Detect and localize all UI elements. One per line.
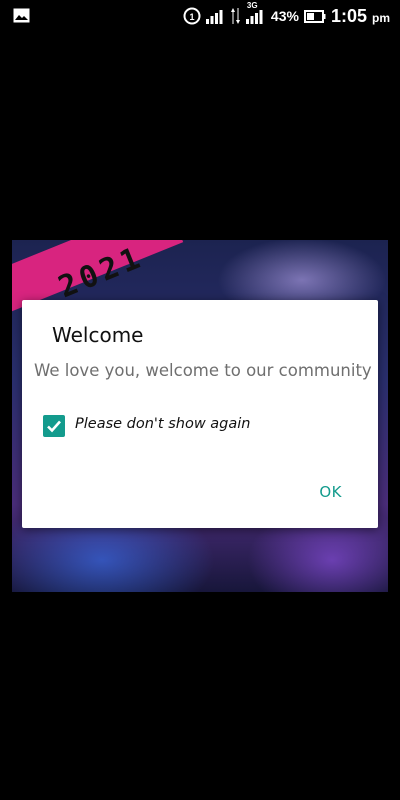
svg-text:1: 1 xyxy=(189,12,194,22)
clock-time: 1:05 xyxy=(330,5,367,26)
clock: 1:05 pm xyxy=(331,6,390,27)
status-bar: 1 3G 43% 1:05 pm xyxy=(0,0,400,32)
signal-icon xyxy=(245,10,263,24)
dont-show-again-label[interactable]: Please don't show again xyxy=(75,416,251,432)
network-arrows-icon xyxy=(230,8,240,24)
image-icon xyxy=(13,8,30,23)
data-saver-icon: 1 xyxy=(183,7,201,25)
dont-show-again-checkbox[interactable] xyxy=(43,415,65,437)
checkmark-icon xyxy=(47,420,61,433)
welcome-dialog: Welcome We love you, welcome to our comm… xyxy=(22,300,378,528)
signal-3g: 3G xyxy=(245,1,266,24)
status-bar-right: 1 3G 43% 1:05 pm xyxy=(183,1,390,27)
battery-percent: 43% xyxy=(270,8,299,24)
clock-ampm: pm xyxy=(372,10,390,25)
signal-icon xyxy=(205,10,223,24)
dialog-title: Welcome xyxy=(52,323,144,347)
battery-icon xyxy=(303,9,326,23)
ok-button[interactable]: OK xyxy=(319,483,342,501)
dialog-message: We love you, welcome to our community xyxy=(34,361,372,380)
